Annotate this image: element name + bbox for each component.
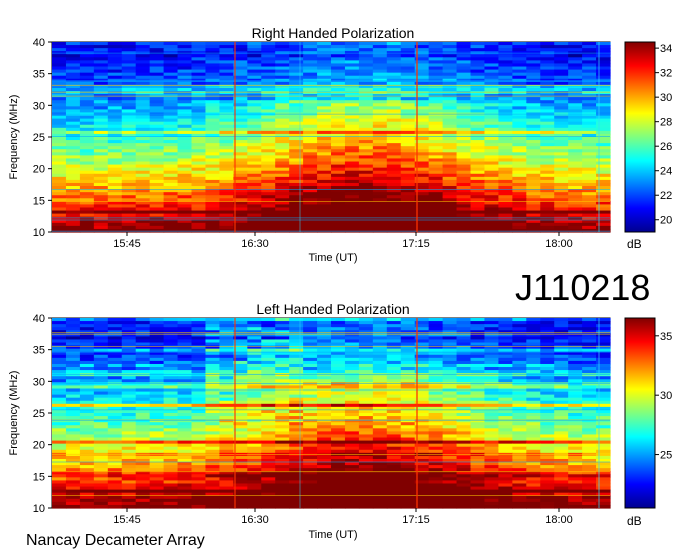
heatmap-cell [205,228,220,233]
heatmap-cell [317,228,332,233]
heatmap-cell [121,504,137,509]
heatmap-cell [386,228,402,233]
heatmap-cell [512,228,527,233]
heatmap-cell [470,228,486,233]
heatmap-cell [93,504,109,509]
heatmap-cell [65,228,81,233]
heatmap-cell [358,228,374,233]
colorbar-label: dB [627,237,642,251]
colorbar-tick-label: 22 [660,190,672,202]
panel-right-polarization: Right Handed Polarization 10 15 20 25 30 35 40… [8,25,672,264]
heatmap-cell [219,228,234,233]
y-tick-label: 15 [33,195,45,207]
dataset-id: J110218 [515,267,650,308]
x-tick-label: 15:45 [113,238,141,250]
y-tick-label: 25 [33,132,45,144]
spectrogram-heatmap [52,42,611,233]
heatmap-cell [596,228,611,233]
heatmap-cell [442,228,458,233]
heatmap-cell [498,228,513,233]
heatmap-cell [526,228,541,233]
heatmap-cell [303,228,318,233]
heatmap-cell [344,228,360,233]
heatmap-cell [261,228,276,233]
heatmap-cell [79,228,95,233]
colorbar-tick-label: 24 [660,166,672,178]
heatmap-cell [456,228,472,233]
heatmap-cell [400,228,416,233]
heatmap-cell [107,504,123,509]
heatmap-cell [428,228,444,233]
heatmap-cell [289,228,304,233]
colorbar-ticks: 20 22 24 26 28 30 32 34 [655,43,672,227]
heatmap-cell [65,504,81,509]
heatmap-cell [191,228,207,233]
x-tick-label: 16:30 [241,238,269,250]
colorbar [624,41,656,233]
y-tick-label: 20 [33,164,45,176]
spectrogram-heatmap [52,318,611,509]
heatmap-cell [331,228,346,233]
y-tick-label: 35 [33,69,45,81]
heatmap-cell [79,504,95,509]
heatmap-cell [540,228,555,233]
heatmap-cell [135,504,151,509]
x-axis: 15:45 16:30 17:15 18:00 [113,232,573,250]
colorbar-tick-label: 30 [660,92,672,104]
heatmap-cell [52,504,67,509]
spectrogram-figure: Right Handed Polarization 10 15 20 25 30 35 40… [8,25,672,549]
heatmap-cell [107,228,123,233]
heatmap-cell [52,228,67,233]
heatmap-cell [484,228,499,233]
heatmap-cell [582,228,597,233]
y-tick-label: 30 [33,100,45,112]
panel-title: Right Handed Polarization [252,25,415,41]
heatmap-cell [149,228,165,233]
heatmap-cell [121,228,137,233]
y-tick-label: 40 [33,37,45,49]
heatmap-cell [163,228,179,233]
x-tick-label: 17:15 [402,238,430,250]
colorbar-tick-label: 32 [660,68,672,80]
y-tick-label: 10 [33,227,45,239]
colorbar-tick-label: 26 [660,141,672,153]
heatmap-cell [554,228,569,233]
y-axis: 10 15 20 25 30 35 40 [33,37,52,239]
x-axis-label: Time (UT) [308,252,357,264]
heatmap-cell [568,228,583,233]
heatmap-cell [93,228,109,233]
heatmap-cell [177,228,193,233]
colorbar-tick-label: 28 [660,117,672,129]
colorbar-tick-label: 34 [660,43,672,55]
heatmap-cell [135,228,151,233]
x-tick-label: 18:00 [545,238,573,250]
panel-title: Left Handed Polarization [256,301,409,317]
colorbar-tick-label: 20 [660,215,672,227]
heatmap-cell [275,228,290,233]
heatmap-cell [372,228,388,233]
y-axis-label: Frequency (MHz) [8,95,20,180]
panel-left-polarization: Left Handed Polarization 10152025303540 … [8,301,672,541]
